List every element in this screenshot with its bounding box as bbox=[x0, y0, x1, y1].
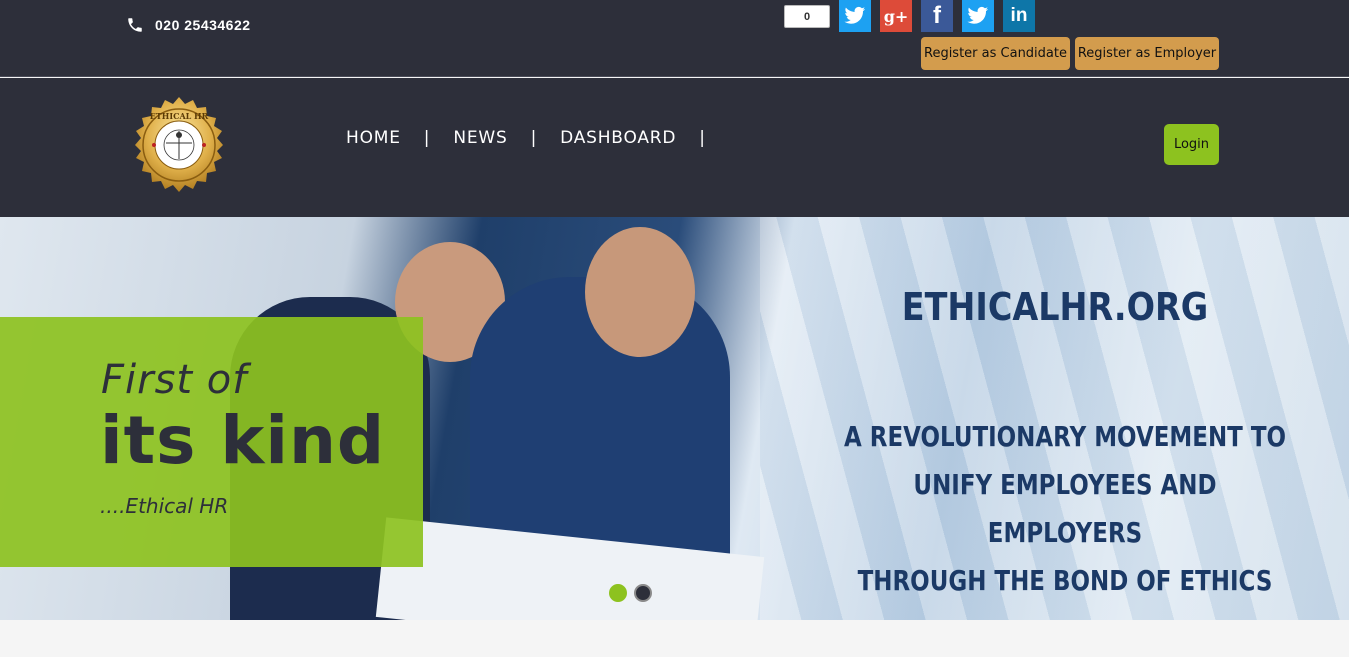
register-employer-button[interactable]: Register as Employer bbox=[1075, 37, 1219, 70]
nav-separator: | bbox=[423, 128, 431, 148]
google-plus-icon[interactable]: g+ bbox=[880, 0, 912, 32]
nav-news[interactable]: NEWS bbox=[453, 128, 507, 148]
logo-text: ETHICAL HR bbox=[150, 111, 209, 121]
hero-caption-line2: its kind bbox=[100, 402, 386, 479]
nav-dashboard[interactable]: DASHBOARD bbox=[560, 128, 676, 148]
hero-caption-signature: ....Ethical HR bbox=[100, 494, 229, 518]
slider-dots bbox=[609, 584, 652, 602]
hero-brand-title: ETHICALHR.ORG bbox=[901, 285, 1209, 329]
hero-photo-person bbox=[585, 227, 695, 357]
login-button[interactable]: Login bbox=[1164, 124, 1219, 165]
hero-slider: First of its kind ....Ethical HR ETHICAL… bbox=[0, 217, 1349, 620]
primary-nav: HOME | NEWS | DASHBOARD | bbox=[346, 128, 729, 148]
nav-home[interactable]: HOME bbox=[346, 128, 401, 148]
ethical-hr-logo[interactable]: ETHICAL HR bbox=[126, 95, 232, 201]
linkedin-icon[interactable]: in bbox=[1003, 0, 1035, 32]
nav-separator: | bbox=[530, 128, 538, 148]
register-candidate-button[interactable]: Register as Candidate bbox=[921, 37, 1070, 70]
phone-number: 020 25434622 bbox=[155, 17, 251, 33]
top-bar: 020 25434622 0 g+ f in Register as Candi… bbox=[0, 0, 1349, 77]
twitter-icon[interactable] bbox=[839, 0, 871, 32]
hero-tagline-line: UNIFY EMPLOYEES AND EMPLOYERS bbox=[913, 468, 1217, 549]
phone-icon bbox=[124, 15, 146, 35]
slider-dot-2[interactable] bbox=[634, 584, 652, 602]
facebook-icon[interactable]: f bbox=[921, 0, 953, 32]
nav-separator: | bbox=[699, 128, 706, 148]
twitter-icon[interactable] bbox=[962, 0, 994, 32]
hero-caption-line1: First of bbox=[101, 357, 248, 403]
share-count: 0 bbox=[784, 5, 830, 28]
slider-dot-1[interactable] bbox=[609, 584, 627, 602]
phone-contact: 020 25434622 bbox=[124, 15, 251, 35]
hero-tagline-line: THROUGH THE BOND OF ETHICS bbox=[857, 564, 1273, 597]
main-navbar: ETHICAL HR HOME | NEWS | DASHBOARD | Log… bbox=[0, 78, 1349, 217]
hero-tagline: A REVOLUTIONARY MOVEMENT TO UNIFY EMPLOY… bbox=[840, 413, 1291, 605]
hero-tagline-line: A REVOLUTIONARY MOVEMENT TO bbox=[843, 420, 1287, 453]
